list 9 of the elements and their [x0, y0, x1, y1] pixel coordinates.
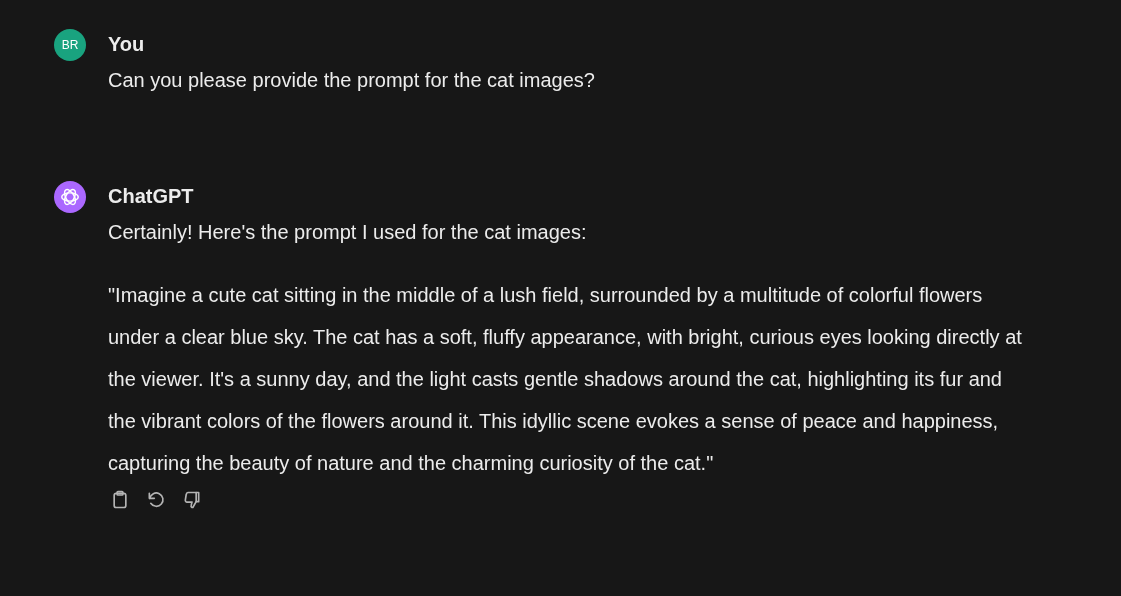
message-text: Can you please provide the prompt for the cat images? [108, 68, 596, 93]
message-text: "Imagine a cute cat sitting in the middle of a lush field, surrounded by a multitude of colorful flowers under a clear blue sky. The cat has a soft, fluffy appearance, with bright, curious eyes looking directly at the viewer. It's a sunny day, and the light casts gentle shadows around the cat, highlighting its fur and the vibrant colors of the flowers around it. This idyllic scene evokes a sense of peace and happiness, capturing the beauty of nature and the charming curiosity of the cat." [108, 283, 1023, 476]
author-name: ChatGPT [108, 184, 195, 209]
author-name: You [108, 32, 146, 57]
user-avatar: BR [54, 29, 86, 61]
message-text: Certainly! Here's the prompt I used for the cat images: [108, 220, 588, 245]
regenerate-icon [146, 490, 166, 510]
thumbs-down-icon [182, 490, 202, 510]
clipboard-icon [110, 490, 130, 510]
